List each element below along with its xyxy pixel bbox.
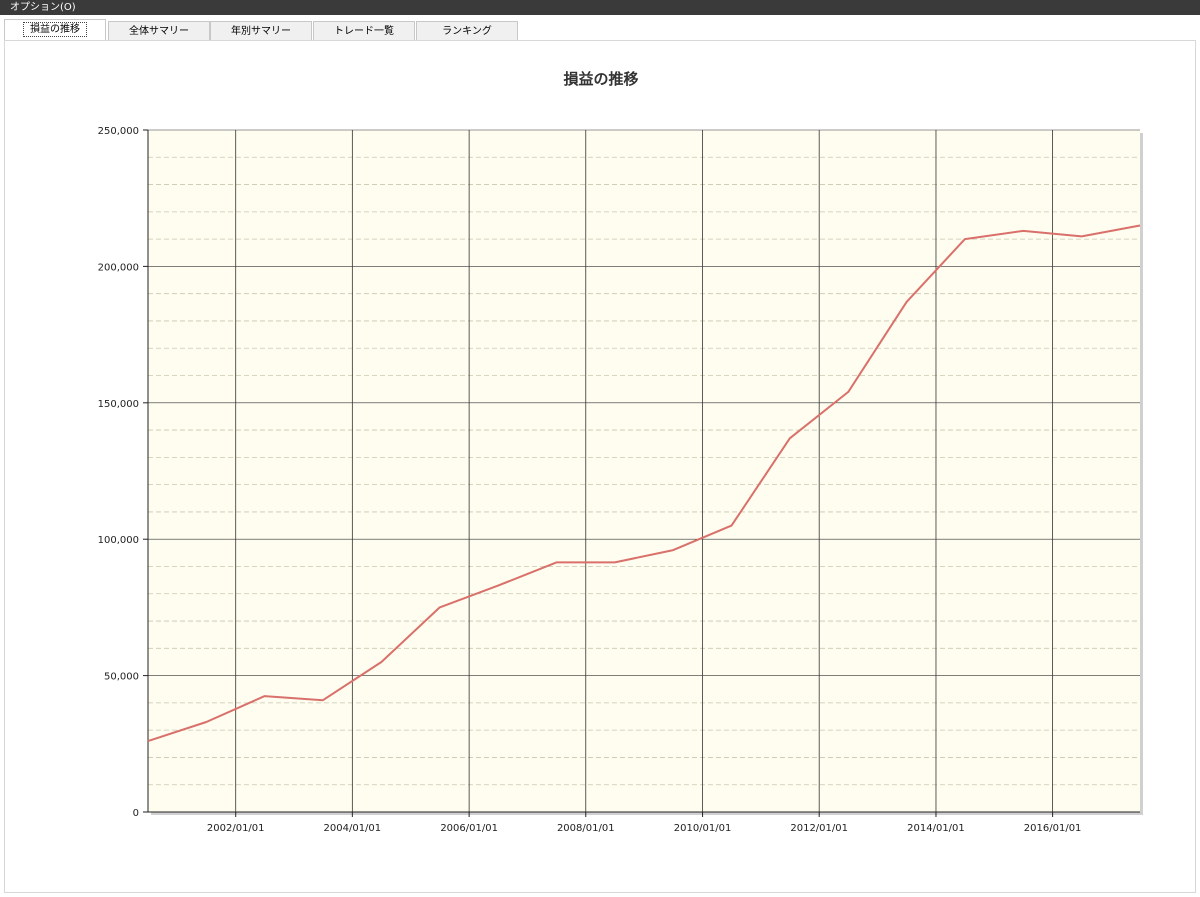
tab-yearly-summary[interactable]: 年別サマリー	[210, 21, 312, 41]
y-tick-label: 50,000	[104, 672, 139, 683]
y-tick-label: 150,000	[98, 399, 139, 410]
options-menu[interactable]: オプション(O)	[10, 0, 76, 15]
profit-chart: 損益の推移 0 50,000 100,000 150,000 200,000 250,00…	[98, 70, 1143, 834]
x-tick-label: 2006/01/01	[440, 823, 498, 834]
chart-title: 損益の推移	[563, 70, 638, 88]
x-tick-label: 2002/01/01	[207, 823, 265, 834]
tab-label: 損益の推移	[23, 22, 87, 37]
tab-ranking[interactable]: ランキング	[416, 21, 518, 41]
tab-profit-trend[interactable]: 損益の推移	[4, 19, 106, 41]
x-tick-label: 2008/01/01	[557, 823, 615, 834]
y-tick-label: 250,000	[98, 126, 139, 137]
y-tick-label: 100,000	[98, 535, 139, 546]
tab-label: ランキング	[442, 26, 492, 37]
x-tick-label: 2014/01/01	[907, 823, 965, 834]
tab-label: トレード一覧	[334, 26, 394, 37]
tab-overall-summary[interactable]: 全体サマリー	[108, 21, 210, 41]
x-tick-label: 2012/01/01	[790, 823, 848, 834]
menu-bar: オプション(O)	[0, 0, 1200, 15]
y-tick-label: 200,000	[98, 262, 139, 273]
x-tick-label: 2016/01/01	[1024, 823, 1082, 834]
plot-background	[148, 130, 1140, 812]
plot-area: 0 50,000 100,000 150,000 200,000 250,000 2002/…	[98, 126, 1143, 834]
chart-panel: 損益の推移 0 50,000 100,000 150,000 200,000 250,00…	[4, 40, 1196, 893]
tab-label: 年別サマリー	[231, 26, 291, 37]
x-tick-label: 2010/01/01	[674, 823, 732, 834]
tab-label: 全体サマリー	[129, 26, 189, 37]
tab-trade-list[interactable]: トレード一覧	[313, 21, 415, 41]
tab-bar: 損益の推移 全体サマリー 年別サマリー トレード一覧 ランキング	[0, 15, 1200, 41]
y-tick-label: 0	[133, 808, 139, 819]
x-tick-label: 2004/01/01	[324, 823, 382, 834]
